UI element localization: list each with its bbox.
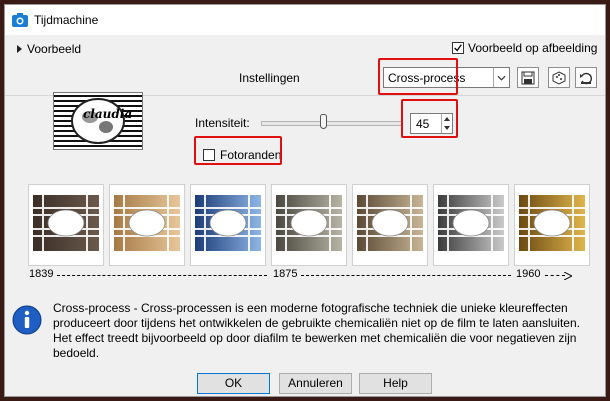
swatch-preview-mid-3 — [357, 195, 423, 251]
photo-edges-highlight-box — [194, 136, 282, 165]
randomize-icon — [552, 71, 566, 85]
timeline-year-mid: 1875 — [273, 268, 298, 280]
preview-toggle[interactable]: Voorbeeld — [17, 42, 81, 56]
preview-on-image-label: Voorbeeld op afbeelding — [468, 41, 598, 55]
swatch-preview-mid-2 — [195, 195, 261, 251]
reset-button[interactable] — [575, 67, 597, 88]
save-preset-button[interactable] — [517, 67, 539, 88]
expand-triangle-icon — [17, 45, 22, 53]
preview-label: Voorbeeld — [27, 42, 82, 56]
swatch-preview-mid-1 — [114, 195, 180, 251]
intensity-slider-handle[interactable] — [320, 114, 327, 129]
swatch-preview-mid-4 — [438, 195, 504, 251]
cancel-button[interactable]: Annuleren — [279, 373, 352, 394]
checkbox-box[interactable] — [452, 42, 464, 54]
save-icon — [521, 71, 535, 85]
help-button[interactable]: Help — [359, 373, 432, 394]
timeline-line-1 — [57, 275, 267, 276]
checkmark-icon — [454, 44, 462, 52]
preview-on-image-checkbox[interactable]: Voorbeeld op afbeelding — [452, 41, 597, 55]
preview-thumbnail: claudia — [53, 92, 143, 150]
era-swatch-mid-4[interactable] — [433, 184, 509, 266]
era-swatch-1875[interactable] — [271, 184, 347, 266]
timeline-year-end: 1960 — [516, 268, 541, 280]
thumbnail-image — [54, 93, 142, 149]
timeline-arrow-icon — [564, 272, 572, 280]
timeline-line-2 — [301, 275, 511, 276]
intensity-label: Intensiteit: — [195, 116, 250, 130]
tijdmachine-dialog: Tijdmachine Voorbeeld Voorbeeld op afbee… — [4, 4, 606, 397]
window-title: Tijdmachine — [34, 13, 99, 27]
info-icon — [12, 305, 42, 335]
reset-icon — [580, 72, 592, 85]
chevron-down-icon[interactable] — [493, 68, 509, 87]
preset-highlight-box — [378, 58, 458, 95]
camera-icon — [12, 13, 28, 27]
thumbnail-text: claudia — [83, 107, 133, 121]
info-description: Cross-process - Cross-processen is een m… — [53, 301, 580, 360]
swatch-preview-1960 — [519, 195, 585, 251]
ok-button[interactable]: OK — [197, 373, 270, 394]
randomize-button[interactable] — [548, 67, 570, 88]
era-swatch-1839[interactable] — [28, 184, 104, 266]
timeline-line-3 — [545, 275, 565, 276]
title-bar: Tijdmachine — [5, 5, 605, 35]
swatch-preview-1875 — [276, 195, 342, 251]
timeline: 1839 1875 1960 — [5, 267, 605, 283]
era-swatch-mid-2[interactable] — [190, 184, 266, 266]
timeline-year-start: 1839 — [29, 268, 54, 280]
intensity-highlight-box — [401, 99, 458, 138]
era-swatch-1960[interactable] — [514, 184, 590, 266]
settings-label: Instellingen — [239, 71, 300, 85]
swatch-preview-1839 — [33, 195, 99, 251]
intensity-slider-track[interactable] — [261, 121, 403, 126]
era-swatch-mid-3[interactable] — [352, 184, 428, 266]
era-swatch-mid-1[interactable] — [109, 184, 185, 266]
